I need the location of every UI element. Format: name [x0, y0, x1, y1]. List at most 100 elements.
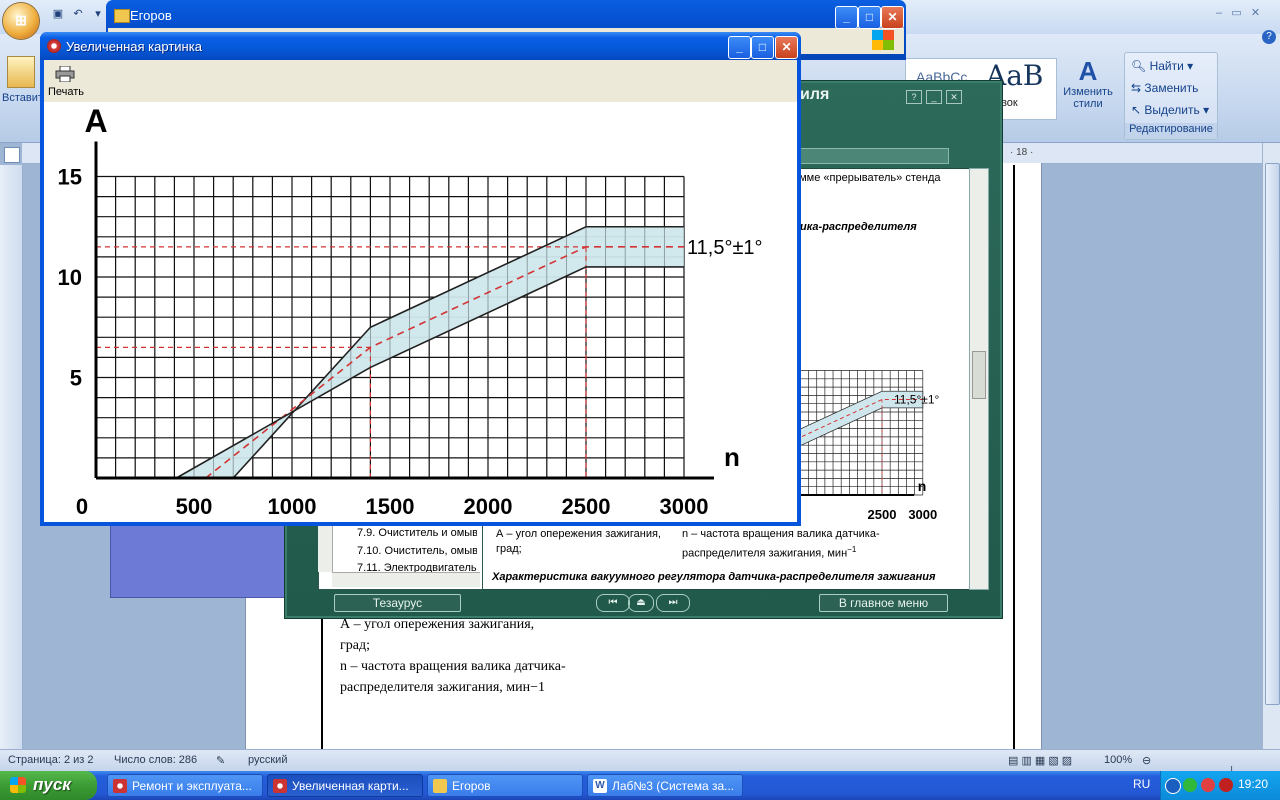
paste-button[interactable]: Вставить	[2, 54, 49, 134]
x-axis-label: n	[724, 442, 740, 472]
spelling-icon[interactable]: ✎	[216, 754, 225, 767]
folder-icon	[433, 779, 447, 793]
start-button[interactable]: пуск	[0, 771, 97, 800]
word-window-controls[interactable]: ‒ ▭ ✕	[1216, 6, 1276, 20]
tab-selector-icon[interactable]	[4, 147, 20, 163]
list-item[interactable]: 7.10. Очиститель, омыва	[357, 545, 477, 557]
windows-flag-icon	[872, 30, 894, 50]
x-tick-label: 3000	[660, 494, 709, 519]
find-button[interactable]: 🔍︎ Найти ▾	[1131, 59, 1193, 73]
start-label: пуск	[33, 775, 71, 794]
content-caption: Характеристика вакуумного регулятора дат…	[492, 571, 936, 583]
app-icon	[47, 39, 61, 53]
select-button[interactable]: ↖ Выделить ▾	[1131, 103, 1209, 117]
document-text[interactable]: А – угол опережения зажигания, град; n –…	[340, 614, 640, 714]
main-menu-button[interactable]: В главное меню	[819, 594, 948, 612]
help-icon[interactable]: ?	[1262, 30, 1276, 44]
taskbar-item-label: Егоров	[452, 779, 491, 793]
content-label-n: n – частота вращения валика датчика-расп…	[682, 527, 902, 560]
list-item[interactable]: 7.9. Очиститель и омыва	[357, 527, 477, 539]
flag-icon[interactable]	[1201, 778, 1215, 792]
picture-maximize-button[interactable]: □	[751, 36, 774, 59]
status-language[interactable]: русский	[248, 754, 287, 766]
thesaurus-button[interactable]: Тезаурус	[334, 594, 461, 612]
status-page[interactable]: Страница: 2 из 2	[8, 754, 94, 766]
status-words[interactable]: Число слов: 286	[114, 754, 197, 766]
taskbar-item-label: Увеличенная карти...	[292, 779, 409, 793]
replace-button[interactable]: ⇆ Заменить	[1131, 81, 1198, 95]
scrollbar-thumb[interactable]	[1265, 163, 1280, 705]
change-styles-button[interactable]: A Изменить стили	[1058, 56, 1118, 122]
explorer-close-button[interactable]: ✕	[881, 6, 904, 29]
save-icon[interactable]: ▣	[50, 7, 66, 23]
print-button-label[interactable]: Печать	[48, 86, 88, 100]
content-scrollbar-thumb[interactable]	[972, 351, 986, 399]
word-icon: W	[593, 779, 607, 793]
editing-group: 🔍︎ Найти ▾ ⇆ Заменить ↖ Выделить ▾ Редак…	[1124, 52, 1218, 140]
training-app-toolbar	[800, 148, 949, 164]
taskbar-item-label: Ремонт и эксплуата...	[132, 779, 252, 793]
picture-minimize-button[interactable]: _	[728, 36, 751, 59]
explorer-maximize-button[interactable]: □	[858, 6, 881, 29]
mini-x-tick-label: 3000	[908, 507, 937, 522]
change-styles-label: Изменить стили	[1063, 86, 1113, 110]
close-button[interactable]: ✕	[946, 90, 962, 104]
printer-icon[interactable]	[55, 66, 75, 82]
mini-x-tick-label: 2500	[868, 507, 897, 522]
app-icon	[113, 779, 127, 793]
back-arrow-icon[interactable]	[1165, 778, 1181, 794]
document-scrollbar[interactable]	[1262, 143, 1280, 749]
list-hscrollbar[interactable]	[332, 572, 480, 587]
vertical-ruler	[0, 165, 23, 750]
mini-x-axis-label: n	[918, 478, 927, 494]
view-buttons[interactable]: ▤ ▥ ▦ ▧ ▨	[1008, 754, 1072, 767]
x-tick-label: 1000	[268, 494, 317, 519]
help-button[interactable]: ?	[906, 90, 922, 104]
series-nominal	[205, 246, 684, 479]
doc-line: n – частота вращения валика датчика-	[340, 659, 566, 674]
minimize-button[interactable]: _	[926, 90, 942, 104]
qat-dropdown-icon[interactable]: ▾	[90, 7, 106, 23]
x-tick-label: 0	[76, 494, 88, 519]
undo-icon[interactable]: ↶	[70, 7, 86, 23]
explorer-minimize-button[interactable]: _	[835, 6, 858, 29]
training-app-controls: ? _ ✕	[906, 89, 988, 104]
taskbar-item[interactable]: Ремонт и эксплуата...	[107, 774, 263, 797]
x-tick-label: 2500	[562, 494, 611, 519]
taskbar-item[interactable]: Егоров	[427, 774, 583, 797]
y-axis-label: А	[84, 103, 107, 139]
doc-line: распределителя зажигания, мин−1	[340, 680, 546, 695]
mini-annotation: 11,5°±1°	[894, 393, 940, 407]
taskbar-item-active[interactable]: Увеличенная карти...	[267, 774, 423, 797]
x-tick-label: 2000	[464, 494, 513, 519]
training-app-title: иля	[800, 86, 830, 103]
up-icon[interactable]: ⏏	[628, 594, 654, 612]
explorer-title: Егоров	[130, 8, 172, 23]
picture-close-button[interactable]: ✕	[775, 36, 798, 59]
windows-logo-icon	[10, 777, 26, 793]
select-label: Выделить	[1144, 103, 1200, 117]
app-icon	[273, 779, 287, 793]
y-tick-label: 10	[58, 265, 82, 290]
mini-band	[800, 390, 924, 447]
office-button[interactable]: ⊞	[3, 3, 39, 39]
y-tick-label: 15	[58, 165, 82, 190]
first-page-icon[interactable]: ⏮	[596, 594, 630, 612]
shield-icon[interactable]	[1219, 778, 1233, 792]
replace-label: Заменить	[1144, 81, 1199, 95]
quick-access-toolbar: ▣ ↶ ▾	[50, 6, 110, 24]
editing-group-caption: Редактирование	[1125, 123, 1217, 139]
tolerance-annotation: 11,5°±1°	[687, 237, 763, 259]
language-indicator[interactable]: RU	[1133, 777, 1155, 793]
taskbar-item[interactable]: W Лаб№3 (Система за...	[587, 774, 743, 797]
content-scrollbar[interactable]	[969, 168, 989, 590]
x-tick-label: 500	[176, 494, 213, 519]
zoom-level[interactable]: 100%	[1104, 754, 1132, 766]
taskbar-item-label: Лаб№3 (Система за...	[612, 779, 735, 793]
picture-toolbar	[44, 60, 797, 102]
content-label-a: А – угол опережения зажигания, град;	[496, 528, 661, 555]
clock: 19:20	[1238, 777, 1269, 791]
antivirus-icon[interactable]	[1183, 778, 1197, 792]
folder-icon	[114, 9, 130, 23]
next-page-icon[interactable]: ⏭	[656, 594, 690, 612]
